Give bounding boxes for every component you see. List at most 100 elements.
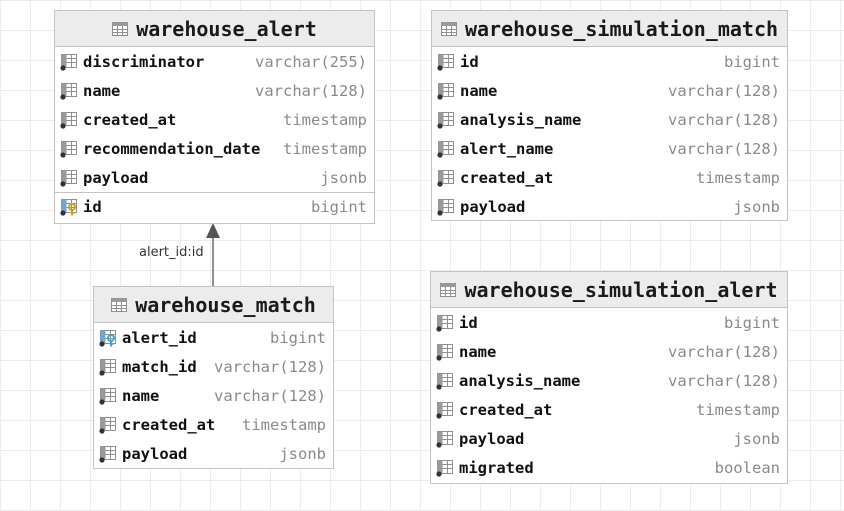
column-row[interactable]: created_at timestamp	[431, 395, 787, 424]
column-icon	[436, 401, 453, 419]
column-type: timestamp	[283, 110, 367, 129]
column-row[interactable]: match_id varchar(128)	[94, 352, 333, 381]
column-name: payload	[83, 168, 149, 187]
column-icon	[436, 343, 453, 361]
column-name: discriminator	[83, 52, 205, 71]
foreign-key-icon	[99, 329, 116, 347]
column-row[interactable]: recommendation_date timestamp	[55, 134, 374, 163]
column-name: payload	[122, 444, 188, 463]
column-row[interactable]: created_at timestamp	[94, 410, 333, 439]
column-type: boolean	[714, 458, 780, 477]
table-warehouse-match[interactable]: warehouse_match alert_id bigint match_id var…	[93, 286, 334, 469]
column-type: varchar(128)	[668, 139, 780, 158]
column-icon	[436, 372, 453, 390]
column-type: timestamp	[696, 168, 780, 187]
table-header[interactable]: warehouse_simulation_match	[432, 11, 787, 47]
table-title: warehouse_match	[135, 292, 316, 317]
column-type: varchar(128)	[255, 81, 367, 100]
column-name: alert_id	[122, 328, 197, 347]
table-title: warehouse_alert	[136, 16, 317, 41]
column-icon	[437, 111, 454, 129]
column-row[interactable]: analysis_name varchar(128)	[432, 105, 787, 134]
table-title: warehouse_simulation_match	[464, 16, 779, 41]
column-row[interactable]: name varchar(128)	[94, 381, 333, 410]
table-icon	[440, 21, 457, 36]
column-name: alert_name	[460, 139, 554, 158]
table-warehouse-simulation-match[interactable]: warehouse_simulation_matchid bigint name va…	[431, 10, 788, 221]
column-type: bigint	[270, 328, 326, 347]
relation-arrowhead	[206, 223, 220, 238]
column-icon	[437, 140, 454, 158]
column-row[interactable]: id bigint	[431, 308, 787, 337]
column-name: name	[83, 81, 121, 100]
column-name: name	[122, 386, 160, 405]
column-type: timestamp	[696, 400, 780, 419]
column-row[interactable]: alert_name varchar(128)	[432, 134, 787, 163]
column-row[interactable]: migrated boolean	[431, 453, 787, 482]
column-row[interactable]: alert_id bigint	[94, 323, 333, 352]
column-name: analysis_name	[459, 371, 581, 390]
column-row[interactable]: id bigint	[432, 47, 787, 76]
table-icon	[111, 297, 128, 312]
table-header[interactable]: warehouse_match	[94, 287, 333, 323]
column-row[interactable]: name varchar(128)	[55, 76, 374, 105]
column-type: jsonb	[320, 168, 367, 187]
table-icon	[112, 21, 129, 36]
column-icon	[437, 198, 454, 216]
column-row[interactable]: created_at timestamp	[432, 163, 787, 192]
column-icon	[60, 140, 77, 158]
column-icon	[60, 82, 77, 100]
column-icon	[99, 358, 116, 376]
column-icon	[60, 169, 77, 187]
column-type: bigint	[724, 313, 780, 332]
column-name: id	[459, 313, 478, 332]
column-type: varchar(128)	[214, 357, 326, 376]
column-type: varchar(128)	[668, 371, 780, 390]
column-icon	[437, 169, 454, 187]
relation-label: alert_id:id	[139, 245, 204, 260]
column-type: jsonb	[279, 444, 326, 463]
column-name: payload	[460, 197, 526, 216]
column-icon	[99, 416, 116, 434]
column-type: varchar(128)	[668, 342, 780, 361]
column-icon	[99, 387, 116, 405]
table-warehouse-simulation-alert[interactable]: warehouse_simulation_alertid bigint name va…	[430, 271, 788, 484]
column-type: bigint	[311, 198, 367, 216]
column-type: varchar(255)	[255, 52, 367, 71]
table-icon	[440, 282, 457, 297]
column-name: created_at	[460, 168, 554, 187]
column-name: analysis_name	[460, 110, 582, 129]
column-type: jsonb	[733, 197, 780, 216]
table-header[interactable]: warehouse_simulation_alert	[431, 272, 787, 308]
table-warehouse-alert[interactable]: warehouse_alert discriminator varchar(255)…	[54, 10, 375, 224]
primary-key-icon	[60, 199, 77, 216]
column-type: varchar(128)	[668, 81, 780, 100]
column-name: name	[460, 81, 498, 100]
column-row[interactable]: name varchar(128)	[432, 76, 787, 105]
column-name: match_id	[122, 357, 197, 376]
column-row[interactable]: payload jsonb	[55, 163, 374, 192]
column-row[interactable]: discriminator varchar(255)	[55, 47, 374, 76]
column-row[interactable]: payload jsonb	[431, 424, 787, 453]
column-row[interactable]: created_at timestamp	[55, 105, 374, 134]
column-icon	[99, 445, 116, 463]
column-row[interactable]: id bigint	[55, 192, 374, 221]
column-name: id	[460, 52, 479, 71]
column-type: timestamp	[283, 139, 367, 158]
column-name: id	[83, 198, 102, 216]
column-row[interactable]: analysis_name varchar(128)	[431, 366, 787, 395]
column-row[interactable]: payload jsonb	[432, 192, 787, 221]
column-type: varchar(128)	[668, 110, 780, 129]
column-type: bigint	[724, 52, 780, 71]
column-type: timestamp	[242, 415, 326, 434]
column-row[interactable]: name varchar(128)	[431, 337, 787, 366]
column-icon	[60, 111, 77, 129]
column-icon	[437, 53, 454, 71]
column-name: created_at	[459, 400, 553, 419]
column-icon	[436, 459, 453, 477]
column-icon	[60, 53, 77, 71]
column-icon	[436, 314, 453, 332]
column-row[interactable]: payload jsonb	[94, 439, 333, 468]
table-header[interactable]: warehouse_alert	[55, 11, 374, 47]
column-name: recommendation_date	[83, 139, 261, 158]
